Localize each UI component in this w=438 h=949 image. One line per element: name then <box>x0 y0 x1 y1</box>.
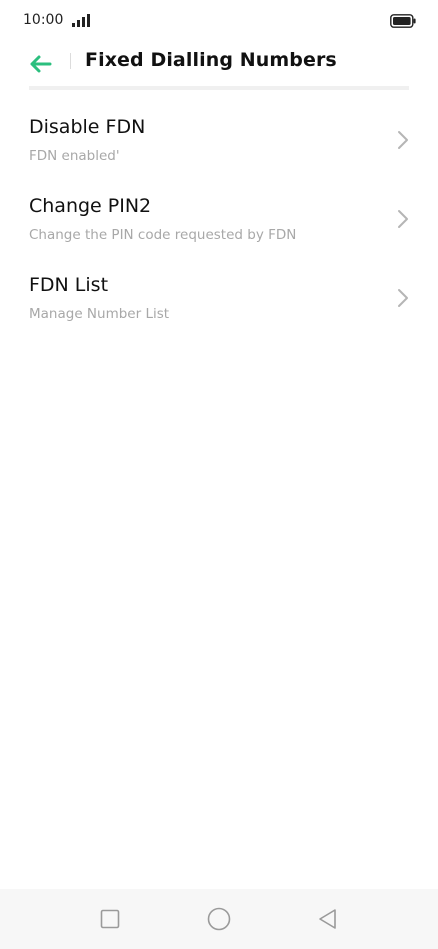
item-subtitle: Manage Number List <box>29 306 170 322</box>
item-subtitle: FDN enabled' <box>29 148 120 164</box>
chevron-right-icon <box>398 289 408 307</box>
header-underline <box>29 86 409 90</box>
settings-list: Disable FDN FDN enabled' Change PIN2 Cha… <box>0 104 438 341</box>
arrow-left-icon <box>30 55 52 73</box>
chevron-right-icon <box>398 210 408 228</box>
recent-apps-button[interactable] <box>97 906 123 932</box>
circle-icon <box>207 907 231 931</box>
fdn-list-item[interactable]: FDN List Manage Number List <box>0 262 438 341</box>
square-icon <box>100 909 120 929</box>
item-title: FDN List <box>29 274 109 296</box>
navigation-bar <box>0 889 438 949</box>
back-nav-button[interactable] <box>315 906 341 932</box>
header-divider <box>70 53 71 69</box>
item-title: Disable FDN <box>29 116 146 138</box>
back-button[interactable] <box>26 48 58 80</box>
disable-fdn-item[interactable]: Disable FDN FDN enabled' <box>0 104 438 183</box>
status-time: 10:00 <box>23 12 64 28</box>
triangle-back-icon <box>319 909 336 929</box>
item-title: Change PIN2 <box>29 195 152 217</box>
signal-icon <box>72 14 90 27</box>
home-button[interactable] <box>206 906 232 932</box>
header: Fixed Dialling Numbers <box>0 42 438 86</box>
battery-icon <box>390 14 416 28</box>
status-bar: 10:00 <box>0 0 438 42</box>
item-subtitle: Change the PIN code requested by FDN <box>29 227 297 243</box>
page-title: Fixed Dialling Numbers <box>85 49 337 71</box>
chevron-right-icon <box>398 131 408 149</box>
change-pin2-item[interactable]: Change PIN2 Change the PIN code requeste… <box>0 183 438 262</box>
